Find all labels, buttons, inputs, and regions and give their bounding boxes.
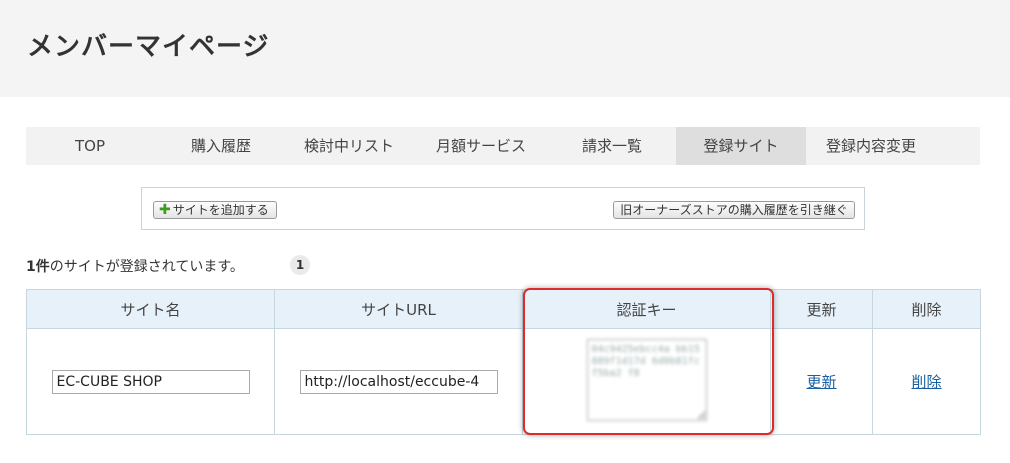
sites-table: サイト名 サイトURL 認証キー 更新 削除 04c9425ebcc4a bb1… bbox=[26, 289, 981, 435]
delete-link[interactable]: 削除 bbox=[911, 373, 941, 391]
cell-auth-key: 04c9425ebcc4a bb15889f1d17d 6d0b81fcf5ba… bbox=[522, 328, 771, 435]
tab-profile-edit[interactable]: 登録内容変更 bbox=[806, 127, 936, 165]
table-header-row: サイト名 サイトURL 認証キー 更新 削除 bbox=[26, 289, 981, 329]
header-update: 更新 bbox=[770, 289, 873, 329]
site-name-input[interactable] bbox=[51, 369, 250, 394]
site-count-summary: 1件のサイトが登録されています。 bbox=[26, 256, 244, 276]
header-delete: 削除 bbox=[872, 289, 981, 329]
tab-purchase-history[interactable]: 購入履歴 bbox=[157, 127, 285, 165]
page-number[interactable]: 1 bbox=[290, 255, 310, 275]
cell-delete: 削除 bbox=[872, 328, 981, 435]
page-header: メンバーマイページ bbox=[0, 0, 1010, 97]
nav-tabs: TOP 購入履歴 検討中リスト 月額サービス 請求一覧 登録サイト 登録内容変更 bbox=[26, 127, 980, 165]
tab-registered-sites[interactable]: 登録サイト bbox=[676, 127, 806, 165]
tab-top[interactable]: TOP bbox=[26, 127, 154, 165]
header-auth-key: 認証キー bbox=[522, 289, 771, 329]
site-count: 1件 bbox=[26, 259, 50, 275]
header-site-name: サイト名 bbox=[26, 289, 275, 329]
plus-icon: ✚ bbox=[159, 202, 171, 218]
table-row: 04c9425ebcc4a bb15889f1d17d 6d0b81fcf5ba… bbox=[26, 328, 981, 435]
cell-site-url bbox=[274, 328, 523, 435]
page-title: メンバーマイページ bbox=[27, 32, 270, 62]
site-url-input[interactable] bbox=[299, 369, 498, 394]
auth-key-textarea[interactable]: 04c9425ebcc4a bb15889f1d17d 6d0b81fcf5ba… bbox=[586, 338, 707, 421]
add-site-label: サイトを追加する bbox=[172, 203, 269, 217]
update-link[interactable]: 更新 bbox=[806, 373, 836, 391]
tab-wishlist[interactable]: 検討中リスト bbox=[285, 127, 413, 165]
header-site-url: サイトURL bbox=[274, 289, 523, 329]
tab-subscription[interactable]: 月額サービス bbox=[417, 127, 545, 165]
cell-update: 更新 bbox=[770, 328, 873, 435]
site-actions-box: ✚ サイトを追加する 旧オーナーズストアの購入履歴を引き継ぐ bbox=[141, 187, 865, 230]
site-count-text: のサイトが登録されています。 bbox=[49, 259, 244, 275]
inherit-history-button[interactable]: 旧オーナーズストアの購入履歴を引き継ぐ bbox=[613, 201, 855, 219]
cell-site-name bbox=[26, 328, 275, 435]
add-site-button[interactable]: ✚ サイトを追加する bbox=[153, 201, 277, 219]
tab-invoices[interactable]: 請求一覧 bbox=[548, 127, 676, 165]
